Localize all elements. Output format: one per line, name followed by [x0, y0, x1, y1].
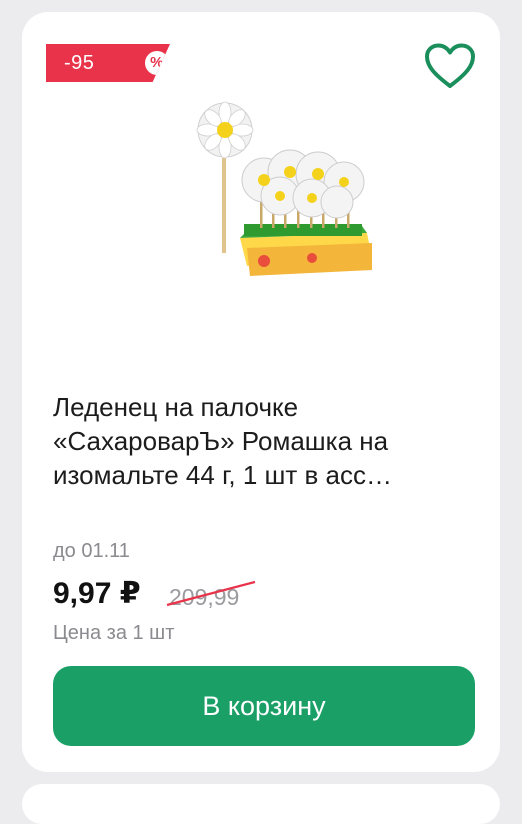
discount-badge: -95 %: [46, 44, 170, 82]
next-product-card[interactable]: [22, 784, 500, 824]
product-image[interactable]: [172, 98, 372, 308]
offer-valid-until: до 01.11: [53, 540, 130, 562]
current-price: 9,97 ₽: [53, 577, 141, 610]
add-to-cart-button[interactable]: В корзину: [53, 666, 475, 746]
discount-value: -95: [64, 51, 95, 74]
favorite-heart-icon[interactable]: [424, 42, 476, 90]
product-title[interactable]: Леденец на палочке «СахароварЪ» Ромашка …: [53, 390, 483, 492]
unit-price-label: Цена за 1 шт: [53, 622, 175, 644]
product-card[interactable]: -95 % Леденец на палочке «СахароварЪ» Ро…: [22, 12, 500, 772]
percent-icon: %: [145, 51, 169, 75]
price-strike-line: [166, 580, 256, 607]
